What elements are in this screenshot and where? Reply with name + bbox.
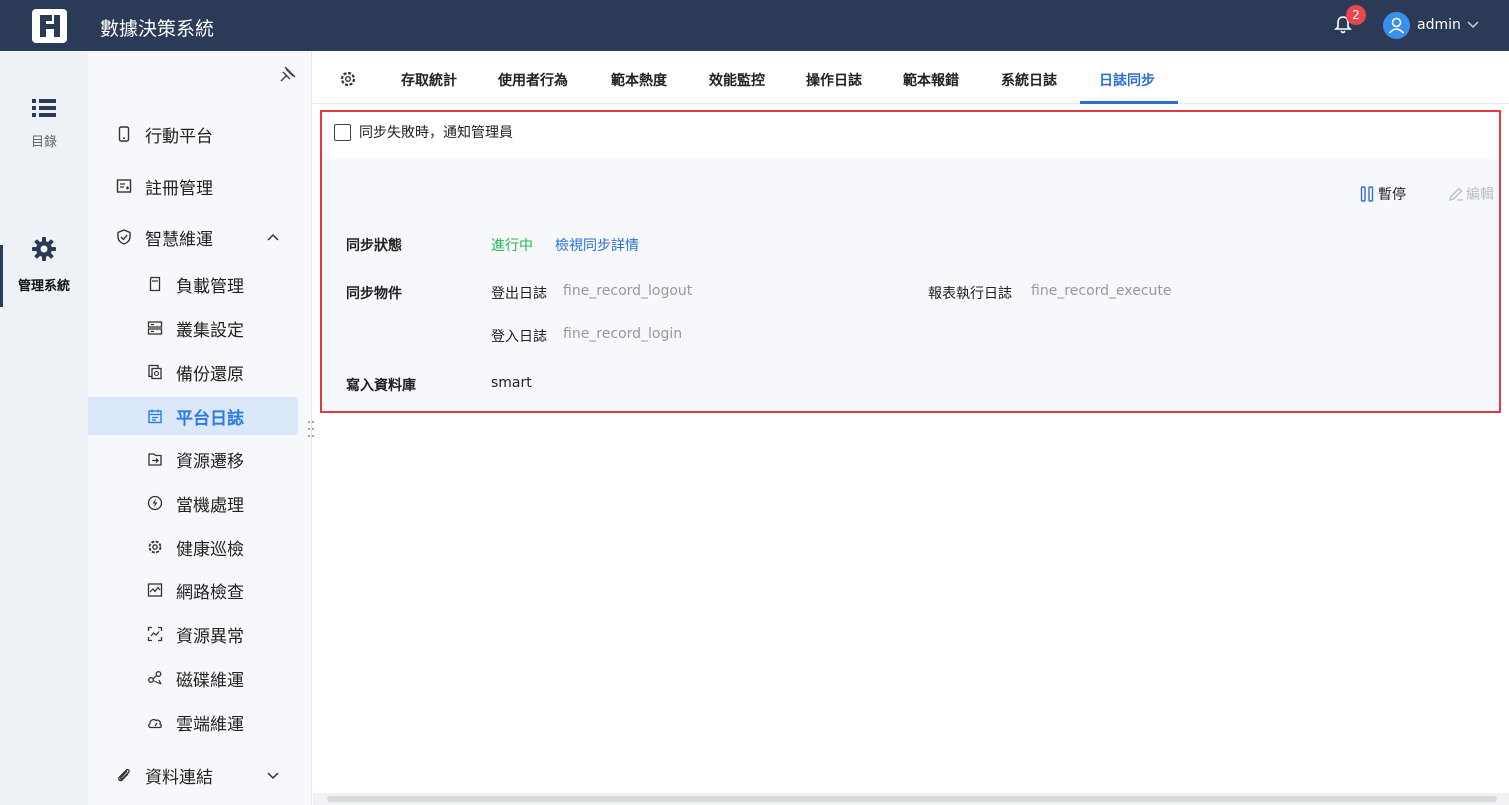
gear-icon xyxy=(32,237,56,261)
active-tab-indicator xyxy=(1080,101,1178,104)
tab-log-sync[interactable]: 日誌同步 xyxy=(1099,70,1155,90)
health-gear-icon xyxy=(148,540,162,554)
app-title: 數據決策系統 xyxy=(100,18,215,40)
rail-item-admin[interactable]: 管理系統 xyxy=(0,235,88,294)
settings-icon[interactable] xyxy=(339,70,357,88)
menu-item-platform-log[interactable]: 平台日誌 xyxy=(88,397,298,435)
sync-objects-label: 同步物件 xyxy=(346,286,402,302)
mobile-icon xyxy=(118,126,130,142)
chevron-down-icon[interactable] xyxy=(266,768,280,782)
tab-user-behavior[interactable]: 使用者行為 xyxy=(498,70,568,90)
register-icon xyxy=(116,179,132,193)
tab-performance[interactable]: 效能監控 xyxy=(709,70,765,90)
menu-item-crash[interactable]: 當機處理 xyxy=(88,484,298,522)
menu-item-cluster[interactable]: 叢集設定 xyxy=(88,309,298,347)
sync-object-table: fine_record_logout xyxy=(563,283,693,299)
top-header: 數據決策系統 2 admin xyxy=(0,0,1509,51)
menu-item-smart-ops[interactable]: 智慧維運 xyxy=(88,218,298,256)
list-icon xyxy=(32,99,56,117)
sync-object-name: 報表執行日誌 xyxy=(928,286,1012,302)
chevron-down-icon[interactable] xyxy=(1466,17,1480,31)
scrollbar-thumb[interactable] xyxy=(327,796,1497,802)
server-icon xyxy=(147,321,163,335)
notify-admin-checkbox[interactable] xyxy=(334,123,351,141)
view-sync-details-link[interactable]: 檢視同步詳情 xyxy=(555,235,639,255)
sync-object-name: 登入日誌 xyxy=(491,329,547,345)
tab-bar: 存取統計 使用者行為 範本熱度 效能監控 操作日誌 範本報錯 系統日誌 日誌同步 xyxy=(313,51,1509,104)
sync-status-label: 同步狀態 xyxy=(346,238,402,254)
menu-item-migrate[interactable]: 資源遷移 xyxy=(88,440,298,478)
share-icon xyxy=(148,671,162,685)
sync-status-value: 進行中 xyxy=(491,238,533,254)
tab-template-errors[interactable]: 範本報錯 xyxy=(903,70,959,90)
left-rail: 目錄 管理系統 xyxy=(0,51,88,805)
pin-icon[interactable] xyxy=(279,65,297,83)
target-db-label: 寫入資料庫 xyxy=(346,378,416,394)
rail-item-label: 管理系統 xyxy=(17,279,70,294)
target-db-value: smart xyxy=(491,375,532,391)
pause-icon xyxy=(1360,186,1374,202)
menu-item-health[interactable]: 健康巡檢 xyxy=(88,528,298,566)
tab-system-log[interactable]: 系統日誌 xyxy=(1001,70,1057,90)
sync-object-table: fine_record_execute xyxy=(1031,283,1172,299)
notify-admin-label: 同步失敗時，通知管理員 xyxy=(359,125,513,141)
user-name[interactable]: admin xyxy=(1417,17,1461,33)
sd-card-icon xyxy=(149,276,161,292)
lightning-icon xyxy=(147,495,163,511)
menu-item-disk[interactable]: 磁碟維運 xyxy=(88,659,298,697)
rail-item-catalog[interactable]: 目錄 xyxy=(0,97,88,150)
migrate-icon xyxy=(148,453,162,466)
menu-item-load[interactable]: 負載管理 xyxy=(88,265,298,303)
pause-button[interactable]: 暫停 xyxy=(1360,184,1406,204)
edit-button[interactable]: 編輯 xyxy=(1448,184,1494,204)
cloud-gauge-icon xyxy=(148,718,162,729)
tab-access-stats[interactable]: 存取統計 xyxy=(401,70,457,90)
menu-item-data-connection[interactable]: 資料連結 xyxy=(88,756,298,794)
log-sync-panel: 同步失敗時，通知管理員 暫停 編輯 同步狀態 進行中 檢視同步詳情 同步物件 登… xyxy=(320,110,1501,413)
menu-item-mobile[interactable]: 行動平台 xyxy=(88,115,298,153)
menu-item-backup[interactable]: 備份還原 xyxy=(88,353,298,391)
menu-item-resource-anomaly[interactable]: 資源異常 xyxy=(88,615,298,653)
tab-operation-log[interactable]: 操作日誌 xyxy=(806,70,862,90)
notify-admin-option[interactable]: 同步失敗時，通知管理員 xyxy=(334,122,513,142)
pencil-icon xyxy=(1449,187,1463,201)
menu-item-cloud[interactable]: 雲端維運 xyxy=(88,703,298,741)
tab-template-heat[interactable]: 範本熱度 xyxy=(611,70,667,90)
sync-object-name: 登出日誌 xyxy=(491,286,547,302)
rail-item-label: 目錄 xyxy=(30,135,57,150)
menu-item-register[interactable]: 註冊管理 xyxy=(88,167,298,205)
sync-details: 暫停 編輯 同步狀態 進行中 檢視同步詳情 同步物件 登出日誌 fine_rec… xyxy=(324,159,1499,411)
calendar-icon xyxy=(148,409,162,424)
drag-handle-icon[interactable] xyxy=(307,419,315,439)
avatar[interactable] xyxy=(1383,12,1410,39)
chevron-up-icon[interactable] xyxy=(266,230,280,244)
sub-menu: 行動平台 註冊管理 智慧維運 負載管理 叢集設定 備份還原 平台日誌 資源遷移 … xyxy=(88,51,312,805)
shield-icon xyxy=(117,229,131,245)
notification-badge: 2 xyxy=(1346,5,1366,25)
menu-item-network[interactable]: 網路檢查 xyxy=(88,571,298,609)
paperclip-icon xyxy=(118,768,130,782)
scan-icon xyxy=(147,626,163,642)
sync-object-table: fine_record_login xyxy=(563,326,683,342)
network-icon xyxy=(147,583,163,597)
horizontal-scrollbar[interactable] xyxy=(313,793,1509,805)
backup-icon xyxy=(148,364,162,380)
app-logo[interactable] xyxy=(32,9,67,43)
